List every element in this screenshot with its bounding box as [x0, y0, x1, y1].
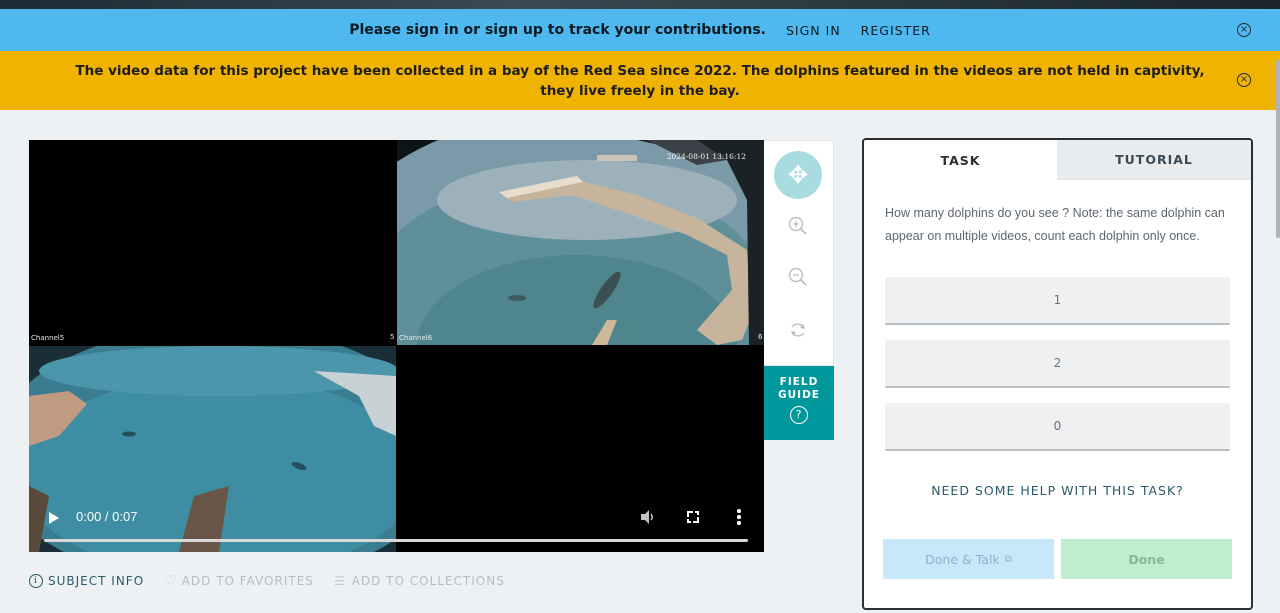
- heart-icon: ♡: [164, 573, 178, 589]
- task-panel: TASK TUTORIAL How many dolphins do you s…: [862, 138, 1253, 610]
- channel-suffix: 5: [390, 333, 395, 341]
- add-to-collections-button[interactable]: ☰ ADD TO COLLECTIONS: [334, 574, 505, 588]
- video-channel-6: 2024-08-01 13:16:12 Channel6 6: [397, 140, 764, 345]
- fullscreen-icon[interactable]: [687, 511, 699, 523]
- channel-suffix: 6: [758, 333, 763, 341]
- task-tabs: TASK TUTORIAL: [864, 140, 1251, 180]
- field-guide-label: FIELD GUIDE: [778, 376, 820, 401]
- page-scrollbar[interactable]: [1276, 60, 1280, 238]
- fisheye-pier-image: [397, 140, 764, 345]
- move-tool-button[interactable]: ✥: [774, 151, 822, 199]
- more-options-icon[interactable]: [737, 509, 741, 527]
- zoom-in-icon[interactable]: [786, 214, 810, 238]
- answer-option-2[interactable]: 2: [885, 340, 1230, 388]
- register-link[interactable]: REGISTER: [861, 23, 931, 38]
- subject-info-label: SUBJECT INFO: [48, 574, 145, 588]
- video-timestamp: 2024-08-01 13:16:12: [666, 152, 746, 161]
- top-background-strip: [0, 0, 1280, 9]
- add-to-favorites-label: ADD TO FAVORITES: [181, 574, 314, 588]
- close-icon[interactable]: ×: [1237, 23, 1251, 37]
- subject-meta-bar: i SUBJECT INFO ♡ ADD TO FAVORITES ☰ ADD …: [29, 573, 525, 589]
- done-and-talk-label: Done & Talk: [925, 551, 1000, 567]
- volume-icon[interactable]: [640, 509, 656, 529]
- task-question: How many dolphins do you see ? Note: the…: [885, 206, 1225, 243]
- subject-info-button[interactable]: i SUBJECT INFO: [29, 574, 144, 588]
- tab-task[interactable]: TASK: [864, 140, 1057, 180]
- answer-option-1[interactable]: 1: [885, 277, 1230, 325]
- help-circle-icon: ?: [790, 406, 808, 424]
- answer-option-0[interactable]: 0: [885, 403, 1230, 451]
- video-progress-bar[interactable]: [44, 539, 748, 542]
- done-and-talk-button[interactable]: Done & Talk ⧉: [883, 539, 1054, 579]
- done-button[interactable]: Done: [1061, 539, 1232, 579]
- list-icon: ☰: [333, 574, 346, 588]
- announcement-banner: The video data for this project have bee…: [0, 51, 1280, 110]
- play-icon[interactable]: [49, 512, 59, 524]
- task-help-link[interactable]: NEED SOME HELP WITH THIS TASK?: [864, 483, 1251, 498]
- external-link-icon: ⧉: [1004, 553, 1012, 565]
- video-controls: 0:00 / 0:07: [29, 492, 764, 552]
- video-time: 0:00 / 0:07: [76, 509, 138, 524]
- channel-label: Channel6: [399, 334, 433, 342]
- channel-label: Channel5: [31, 334, 65, 342]
- tab-tutorial[interactable]: TUTORIAL: [1057, 140, 1251, 180]
- close-icon[interactable]: ×: [1237, 73, 1251, 87]
- field-guide-button[interactable]: FIELD GUIDE ?: [764, 366, 834, 440]
- video-channel-5: Channel5 5: [29, 140, 396, 345]
- add-to-favorites-button[interactable]: ♡ ADD TO FAVORITES: [164, 573, 314, 589]
- move-icon: ✥: [787, 161, 809, 189]
- signin-message: Please sign in or sign up to track your …: [349, 22, 766, 38]
- reset-rotate-icon[interactable]: [786, 318, 810, 342]
- zoom-out-icon[interactable]: [786, 265, 810, 289]
- image-toolbar: ✥: [764, 140, 834, 366]
- sign-in-link[interactable]: SIGN IN: [786, 23, 841, 38]
- add-to-collections-label: ADD TO COLLECTIONS: [351, 574, 505, 588]
- announcement-text: The video data for this project have bee…: [75, 62, 1205, 99]
- info-icon: i: [29, 574, 43, 588]
- subject-video[interactable]: Channel5 5 2024-08-01 13:16:12 Channel6 …: [29, 140, 764, 552]
- signin-banner: Please sign in or sign up to track your …: [0, 9, 1280, 51]
